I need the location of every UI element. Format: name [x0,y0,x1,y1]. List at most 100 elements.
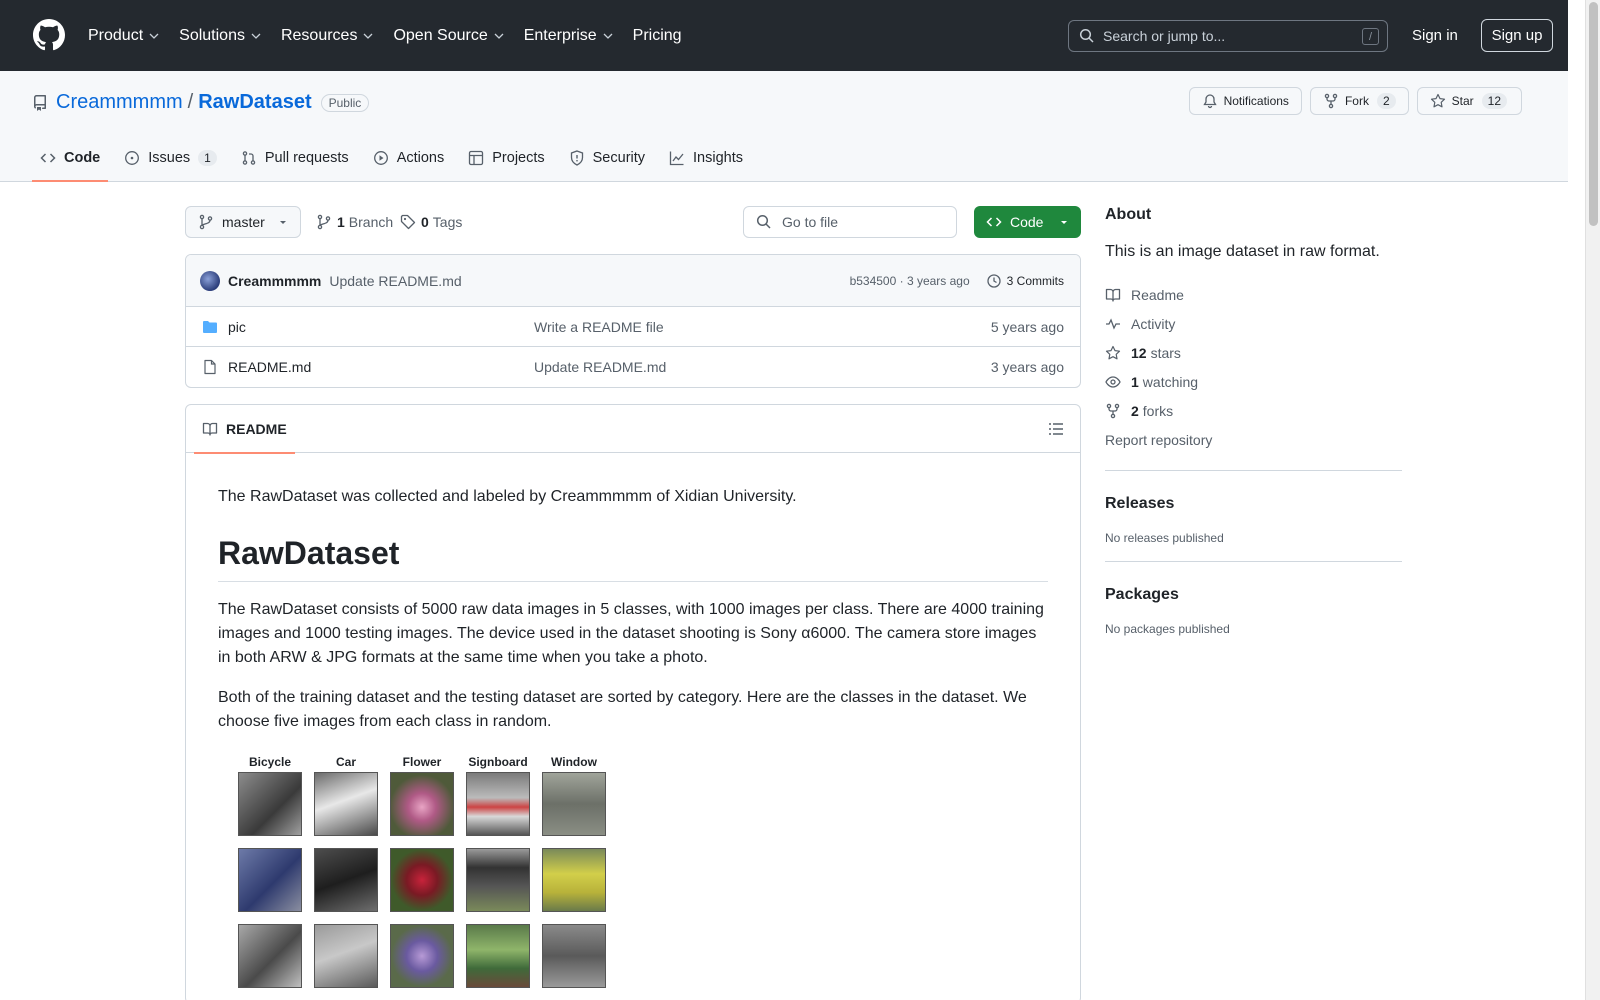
forks-link[interactable]: 2 forks [1105,396,1402,425]
file-row[interactable]: pic Write a README file 5 years ago [186,307,1080,347]
dataset-sample-image: Bicycle Car Flower Signboard Window [232,750,612,988]
git-branch-icon [317,214,331,230]
stars-link[interactable]: 12 stars [1105,338,1402,367]
commit-message-link[interactable]: Update README.md [329,273,461,289]
branches-link[interactable]: 1 Branch [316,214,393,230]
list-unordered-icon[interactable] [1048,421,1064,437]
tab-security[interactable]: Security [561,135,653,181]
class-label: Car [335,755,356,769]
packages-heading[interactable]: Packages [1105,586,1402,604]
car-thumbnail [314,848,378,912]
readme-link[interactable]: Readme [1105,280,1402,309]
issue-opened-icon [125,151,140,165]
nav-solutions[interactable]: Solutions [179,27,261,45]
tag-icon [400,214,416,230]
tags-link[interactable]: 0 Tags [400,214,462,230]
file-name-link[interactable]: pic [228,319,246,335]
play-icon [373,151,388,165]
about-description: This is an image dataset in raw format. [1105,243,1380,260]
branch-selector-button[interactable]: master [185,206,301,238]
code-icon [986,217,1002,227]
signboard-thumbnail [466,848,530,912]
main-content: master 1 Branch 0 Tags Go to file Code C… [185,206,1081,1000]
flower-thumbnail [390,848,454,912]
chevron-down-icon [149,33,159,39]
repo-breadcrumb: Creammmmm / RawDataset Public [32,91,370,114]
repo-owner-link[interactable]: Creammmmm [56,91,183,114]
divider [1105,470,1402,471]
file-commit-message[interactable]: Write a README file [534,319,664,335]
page-scrollbar[interactable] [1585,0,1600,1000]
scrollbar-thumb[interactable] [1589,2,1598,226]
caret-down-icon [1061,221,1067,224]
nav-enterprise[interactable]: Enterprise [524,27,613,45]
sign-in-link[interactable]: Sign in [1412,27,1458,44]
class-label: Flower [402,755,442,769]
commits-history-link[interactable]: 3 Commits [986,273,1064,289]
tag-count: 0 [421,214,429,230]
commit-sha-and-time[interactable]: b534500 · 3 years ago [850,274,970,288]
file-age: 3 years ago [990,359,1064,375]
notifications-button[interactable]: Notifications [1188,87,1302,115]
releases-heading[interactable]: Releases [1105,495,1402,513]
bicycle-thumbnail [238,924,302,988]
repository-header: Creammmmm / RawDataset Public Notificati… [0,71,1568,182]
star-icon [1105,345,1121,359]
window-thumbnail [542,772,606,836]
code-dropdown-button[interactable]: Code [974,206,1081,238]
star-icon [1430,93,1445,108]
repo-icon [34,94,46,111]
chevron-down-icon [603,33,613,39]
tab-issues[interactable]: Issues 1 [116,135,225,181]
issues-count: 1 [198,150,217,166]
about-heading: About [1105,206,1152,223]
file-row[interactable]: README.md Update README.md 3 years ago [186,347,1080,387]
fork-icon [1324,93,1338,109]
releases-empty-text: No releases published [1105,531,1224,545]
book-icon [202,422,218,436]
flower-thumbnail [390,924,454,988]
branch-count: 1 [337,214,345,230]
nav-product[interactable]: Product [88,27,159,45]
go-to-file-input[interactable]: Go to file [743,206,957,238]
sign-up-button[interactable]: Sign up [1481,19,1553,52]
chevron-down-icon [494,33,504,39]
folder-icon [203,320,217,333]
star-button[interactable]: Star 12 [1416,87,1522,115]
nav-resources[interactable]: Resources [281,27,373,45]
tab-projects[interactable]: Projects [460,135,552,181]
graph-icon [669,151,684,166]
file-name-link[interactable]: README.md [228,359,311,375]
readme-tab[interactable]: README [194,405,295,454]
avatar[interactable] [200,270,220,291]
repo-tabs: Code Issues 1 Pull requests Actions Proj… [32,135,759,182]
tab-pull-requests[interactable]: Pull requests [233,135,357,181]
readme-intro: The RawDataset was collected and labeled… [218,488,797,505]
car-thumbnail [314,924,378,988]
tab-insights[interactable]: Insights [661,135,751,181]
commit-author-link[interactable]: Creammmmm [228,273,321,289]
activity-link[interactable]: Activity [1105,309,1402,338]
chevron-down-icon [251,33,261,39]
fork-button[interactable]: Fork 2 [1309,87,1409,115]
readme-content: The RawDataset was collected and labeled… [186,453,1080,988]
report-repository-link[interactable]: Report repository [1105,425,1402,454]
global-header: Product Solutions Resources Open Source … [0,0,1568,71]
breadcrumb-separator: / [187,91,194,113]
signboard-thumbnail [466,772,530,836]
file-commit-message[interactable]: Update README.md [534,359,666,375]
nav-open-source[interactable]: Open Source [393,27,504,45]
table-icon [469,150,484,166]
tab-actions[interactable]: Actions [365,135,453,181]
bell-icon [1202,94,1217,109]
packages-empty-text: No packages published [1105,622,1230,636]
github-logo-icon[interactable] [33,19,65,51]
repo-name-link[interactable]: RawDataset [198,91,311,114]
global-search-input[interactable]: Search or jump to... / [1068,20,1388,52]
bicycle-thumbnail [238,772,302,836]
tab-code[interactable]: Code [32,135,109,182]
star-count: 12 [1481,93,1507,109]
nav-pricing[interactable]: Pricing [633,27,682,45]
watching-link[interactable]: 1 watching [1105,367,1402,396]
caret-down-icon [280,221,286,224]
